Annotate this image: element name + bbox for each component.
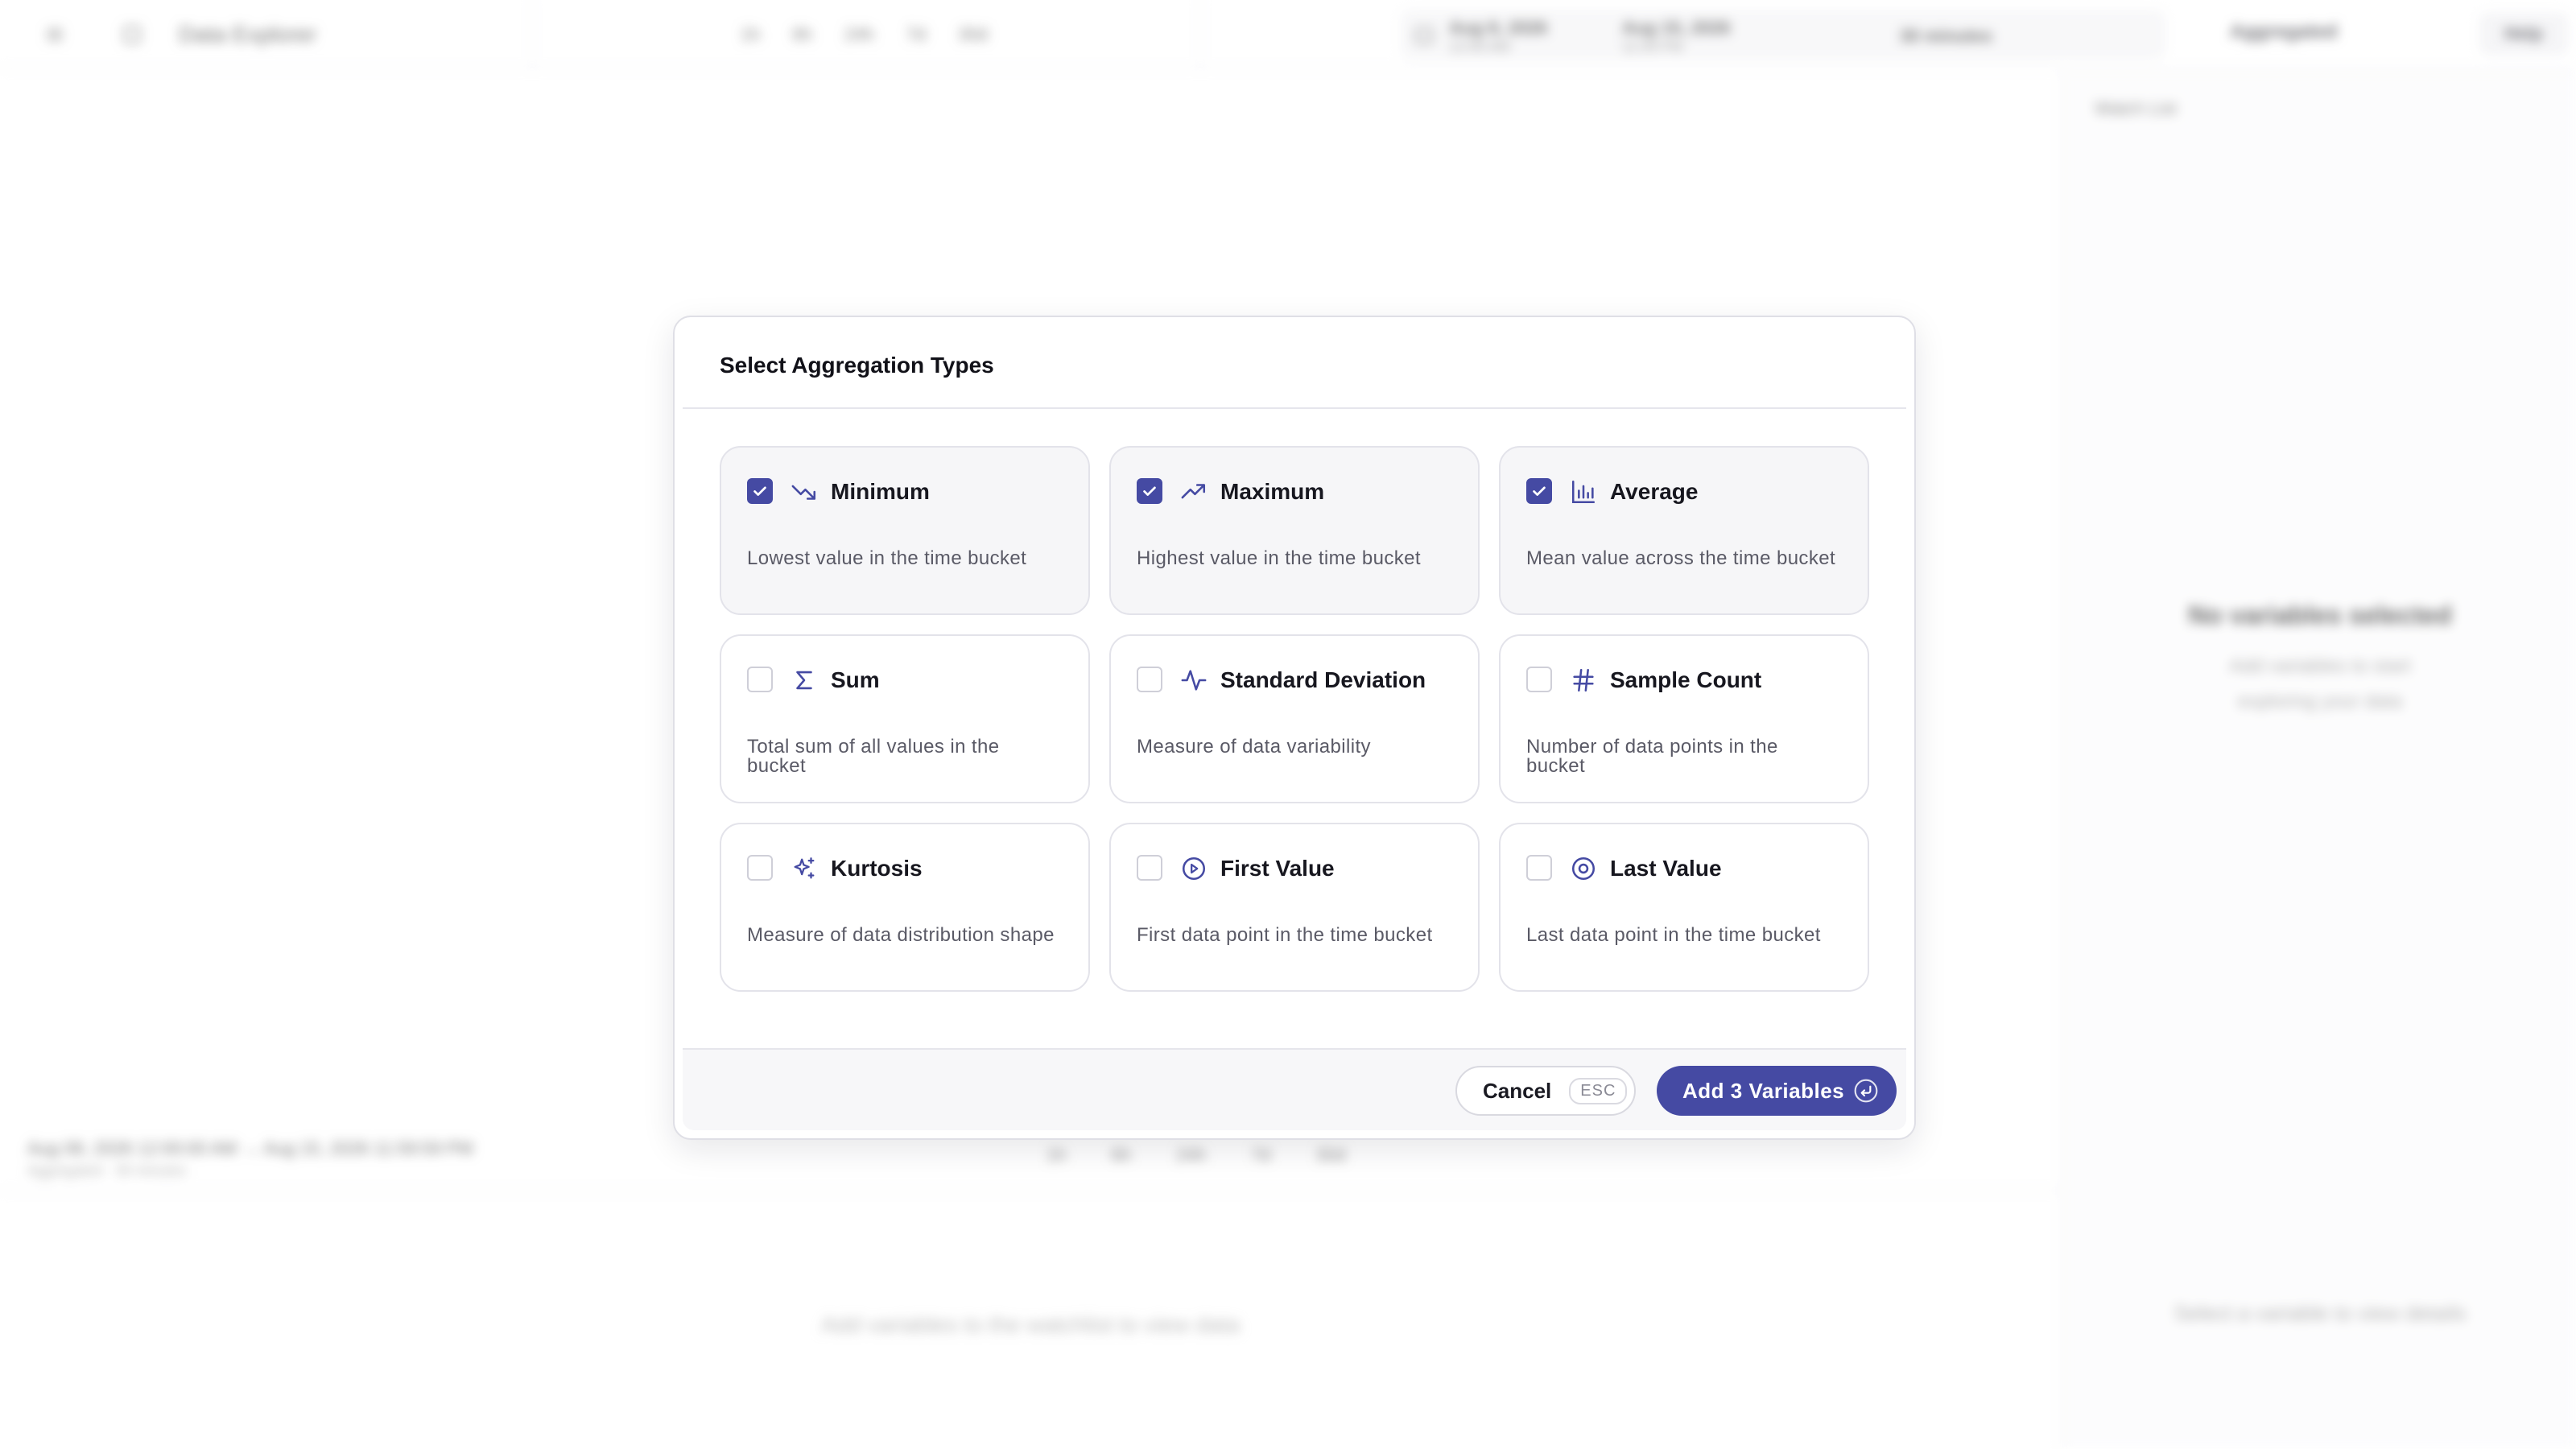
add-variables-label: Add 3 Variables [1682,1078,1845,1103]
activity-icon [1181,670,1207,691]
option-card-sample-count[interactable]: Sample Count Number of data points in th… [1499,634,1869,803]
trending-down-icon [791,485,816,500]
trending-up-icon [1181,484,1206,499]
option-title: Sum [831,667,880,692]
modal-divider [683,407,1906,409]
esc-shortcut-badge: ESC [1569,1077,1628,1104]
option-title: Kurtosis [831,856,923,881]
option-card-last-value[interactable]: Last Value Last data point in the time b… [1499,823,1869,992]
option-checkbox-last-value[interactable] [1526,855,1552,881]
option-description: Measure of data variability [1137,736,1371,758]
option-card-minimum[interactable]: Minimum Lowest value in the time bucket [720,446,1090,615]
cancel-button[interactable]: Cancel ESC [1455,1066,1636,1116]
modal-footer: Cancel ESC Add 3 Variables [683,1048,1906,1130]
option-checkbox-sample-count[interactable] [1526,667,1552,692]
option-title: Sample Count [1610,667,1762,692]
option-card-average[interactable]: Average Mean value across the time bucke… [1499,446,1869,615]
option-title: Standard Deviation [1220,667,1426,692]
option-checkbox-sum[interactable] [747,667,773,692]
sigma-icon [796,671,812,690]
check-icon [753,486,766,496]
check-icon [1143,486,1156,496]
option-description: Mean value across the time bucket [1526,547,1836,569]
bar-chart-icon [1571,480,1596,504]
option-description: Last data point in the time bucket [1526,924,1821,946]
option-checkbox-maximum[interactable] [1137,478,1162,504]
option-title: Last Value [1610,856,1722,881]
option-checkbox-kurtosis[interactable] [747,855,773,881]
option-checkbox-first-value[interactable] [1137,855,1162,881]
option-title: First Value [1220,856,1335,881]
option-title: Average [1610,479,1699,504]
option-checkbox-standard-deviation[interactable] [1137,667,1162,692]
check-icon [1533,486,1546,496]
option-description: Lowest value in the time bucket [747,547,1027,569]
option-description: First data point in the time bucket [1137,924,1433,946]
enter-key-icon [1854,1079,1878,1103]
option-card-kurtosis[interactable]: Kurtosis Measure of data distribution sh… [720,823,1090,992]
aggregation-options-grid: Minimum Lowest value in the time bucket … [720,446,1872,992]
hash-icon [1573,668,1594,692]
option-description: Measure of data distribution shape [747,924,1055,946]
target-icon [1571,857,1596,881]
aggregation-modal: Select Aggregation Types Minimum Lowest … [673,316,1916,1140]
option-description: Highest value in the time bucket [1137,547,1421,569]
modal-title: Select Aggregation Types [720,353,994,378]
sparkles-icon [794,857,815,879]
option-card-first-value[interactable]: First Value First data point in the time… [1109,823,1480,992]
option-description: Total sum of all values in the bucket [747,736,1000,777]
cancel-label: Cancel [1483,1078,1552,1103]
option-title: Maximum [1220,479,1325,504]
option-checkbox-average[interactable] [1526,478,1552,504]
option-description: Number of data points in the bucket [1526,736,1778,777]
add-variables-button[interactable]: Add 3 Variables [1657,1066,1897,1116]
option-title: Minimum [831,479,930,504]
option-checkbox-minimum[interactable] [747,478,773,504]
option-card-maximum[interactable]: Maximum Highest value in the time bucket [1109,446,1480,615]
play-circle-icon [1182,857,1206,881]
option-card-sum[interactable]: Sum Total sum of all values in the bucke… [720,634,1090,803]
option-card-standard-deviation[interactable]: Standard Deviation Measure of data varia… [1109,634,1480,803]
